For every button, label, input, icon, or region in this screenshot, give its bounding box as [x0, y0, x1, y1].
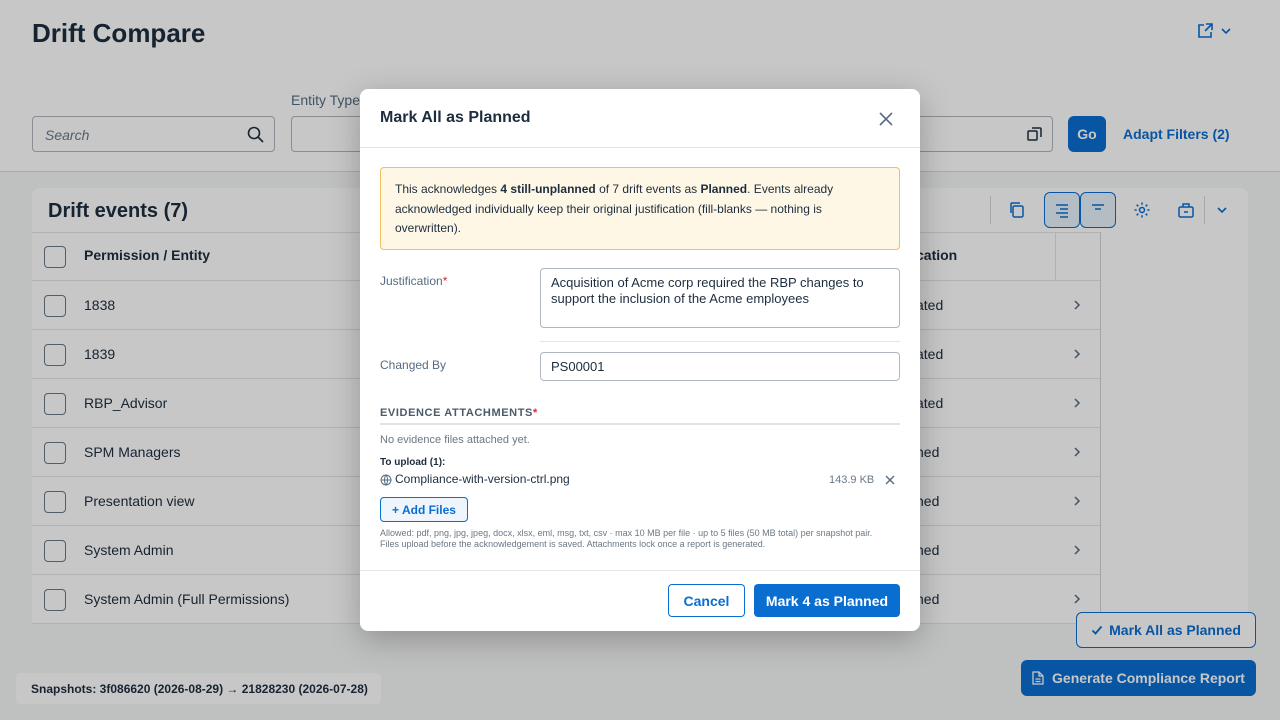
close-icon[interactable]	[876, 109, 896, 129]
globe-icon	[380, 474, 392, 486]
no-files-text: No evidence files attached yet.	[380, 434, 530, 446]
changed-by-label: Changed By	[380, 358, 447, 372]
file-name: Compliance-with-version-ctrl.png	[395, 472, 570, 486]
upload-file-item: Compliance-with-version-ctrl.png 143.9 K…	[380, 472, 900, 488]
field-divider	[540, 341, 900, 342]
evidence-section-title: EVIDENCE ATTACHMENTS*	[380, 407, 538, 419]
file-size: 143.9 KB	[829, 474, 875, 486]
cancel-button[interactable]: Cancel	[668, 584, 745, 617]
evidence-divider	[380, 423, 900, 425]
justification-label-text: Justification	[380, 274, 443, 288]
mark-as-planned-button[interactable]: Mark 4 as Planned	[754, 584, 900, 617]
mark-all-planned-dialog: Mark All as Planned This acknowledges 4 …	[360, 89, 920, 631]
warning-text-2: of 7 drift events as	[595, 182, 701, 196]
dialog-footer-divider	[360, 570, 920, 571]
add-files-button[interactable]: + Add Files	[380, 497, 468, 522]
justification-textarea[interactable]: Acquisition of Acme corp required the RB…	[540, 268, 900, 328]
required-mark: *	[442, 274, 448, 288]
evidence-title-text: EVIDENCE ATTACHMENTS	[380, 407, 533, 419]
remove-file-icon[interactable]	[884, 474, 896, 486]
warning-message: This acknowledges 4 still-unplanned of 7…	[380, 167, 900, 250]
required-mark: *	[532, 407, 538, 419]
dialog-header-divider	[360, 147, 920, 148]
warning-count: 4 still-unplanned	[500, 182, 596, 196]
justification-label: Justification*	[380, 274, 447, 288]
changed-by-input[interactable]: PS00001	[540, 352, 900, 381]
warning-status: Planned	[700, 182, 748, 196]
to-upload-label: To upload (1):	[380, 457, 446, 468]
dialog-title: Mark All as Planned	[380, 109, 531, 126]
warning-text-1: This acknowledges	[395, 182, 501, 196]
allowed-files-hint: Allowed: pdf, png, jpg, jpeg, docx, xlsx…	[380, 528, 873, 549]
